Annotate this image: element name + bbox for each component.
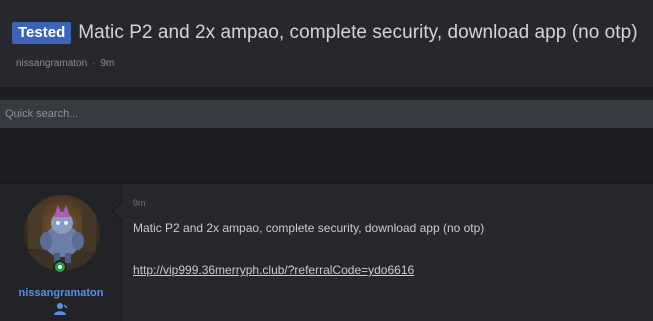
thread-title: Matic P2 and 2x ampao, complete security…	[78, 22, 638, 43]
status-tag[interactable]: Tested	[12, 22, 72, 44]
thread-title-row: Tested Matic P2 and 2x ampao, complete s…	[12, 22, 638, 44]
post-username[interactable]: nissangramaton	[0, 287, 122, 299]
thread-author[interactable]: nissangramaton	[16, 58, 87, 69]
meta-separator: ·	[92, 58, 96, 69]
user-role-icon	[54, 303, 68, 315]
post-container: nissangramaton 9m Matic P2 and 2x ampao,…	[0, 183, 653, 321]
post-time[interactable]: 9m	[133, 198, 146, 208]
post-link[interactable]: http://vip999.36merryph.club/?referralCo…	[133, 263, 414, 277]
online-status-icon	[53, 260, 67, 274]
thread-age[interactable]: 9m	[101, 58, 115, 69]
post-user-column: nissangramaton	[0, 184, 122, 321]
quick-search-input[interactable]	[0, 100, 653, 128]
post-body-text: Matic P2 and 2x ampao, complete security…	[133, 221, 485, 235]
thread-meta: nissangramaton · 9m	[16, 58, 114, 69]
thread-header: Tested Matic P2 and 2x ampao, complete s…	[0, 0, 653, 88]
